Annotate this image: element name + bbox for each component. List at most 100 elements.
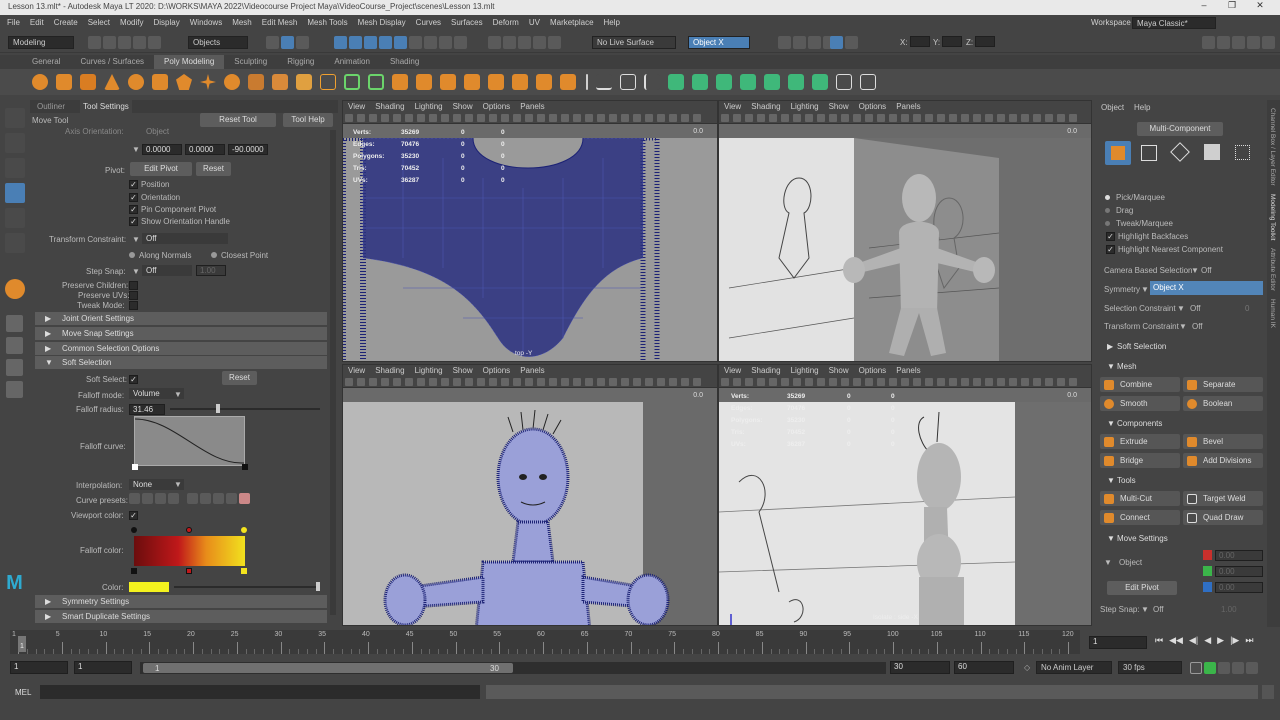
bridge-button[interactable]: Bridge — [1100, 453, 1180, 468]
preset-ramp-icon[interactable] — [226, 493, 237, 504]
viewport-tool-icon[interactable] — [681, 114, 689, 122]
viewport-tool-icon[interactable] — [721, 378, 729, 386]
x-axis-icon[interactable] — [1203, 550, 1212, 560]
along-normals-option[interactable]: Along Normals — [129, 251, 191, 260]
viewport-menu-view[interactable]: View — [724, 365, 741, 376]
viewport-tool-icon[interactable] — [997, 378, 1005, 386]
falloff-radius-field[interactable]: 31.46 — [129, 404, 165, 415]
viewport-tool-icon[interactable] — [937, 378, 945, 386]
preset-bell-icon[interactable] — [187, 493, 198, 504]
components-section[interactable]: ▼ Components — [1100, 417, 1262, 431]
insert-edge-loop-icon[interactable] — [620, 74, 636, 90]
append-polygon-icon[interactable] — [464, 74, 480, 90]
viewport-tool-icon[interactable] — [805, 114, 813, 122]
highlight-selection-icon[interactable] — [454, 36, 467, 49]
snap-to-grid-icon[interactable] — [488, 36, 501, 49]
y-axis-icon[interactable] — [1203, 566, 1212, 576]
viewport-tool-icon[interactable] — [937, 114, 945, 122]
close-icon[interactable]: ✕ — [1246, 0, 1274, 15]
viewport-tool-icon[interactable] — [985, 378, 993, 386]
persp-view-scene[interactable] — [719, 138, 1092, 362]
menu-edit-mesh[interactable]: Edit Mesh — [262, 15, 298, 31]
viewport-tool-icon[interactable] — [985, 114, 993, 122]
viewport-tool-icon[interactable] — [585, 114, 593, 122]
selection-constraint-value[interactable]: Off — [1190, 304, 1201, 313]
menu-marketplace[interactable]: Marketplace — [550, 15, 594, 31]
menu-mesh-tools[interactable]: Mesh Tools — [307, 15, 347, 31]
playback-prefs-icon[interactable] — [1246, 662, 1258, 674]
menu-curves[interactable]: Curves — [416, 15, 441, 31]
viewport-tool-icon[interactable] — [853, 114, 861, 122]
target-weld-button[interactable]: Target Weld — [1183, 491, 1263, 506]
redo-icon[interactable] — [148, 36, 161, 49]
viewport-menu-show[interactable]: Show — [453, 365, 473, 376]
viewport-value[interactable]: 0.0 — [693, 390, 703, 402]
transform-constraint-value[interactable]: Off — [1192, 322, 1203, 331]
viewport-tool-icon[interactable] — [949, 378, 957, 386]
poly-sphere-icon[interactable] — [32, 74, 48, 90]
joint-orient-section[interactable]: ▶ Joint Orient Settings — [35, 312, 327, 325]
select-by-hierarchy-icon[interactable] — [266, 36, 279, 49]
snap-to-curve-icon[interactable] — [503, 36, 516, 49]
viewport-menu-show[interactable]: Show — [453, 101, 473, 112]
mtk-edit-pivot-button[interactable]: Edit Pivot — [1107, 581, 1177, 595]
viewport-tool-icon[interactable] — [913, 114, 921, 122]
viewport-menu-shading[interactable]: Shading — [375, 101, 404, 112]
orientation-checkbox[interactable]: ✓ — [129, 193, 138, 203]
viewport-tool-icon[interactable] — [501, 114, 509, 122]
extract-icon[interactable] — [296, 74, 312, 90]
viewport-tool-icon[interactable] — [841, 114, 849, 122]
viewport-tool-icon[interactable] — [657, 114, 665, 122]
viewport-tool-icon[interactable] — [537, 114, 545, 122]
edit-pivot-button[interactable]: Edit Pivot — [130, 162, 192, 176]
viewport-tool-icon[interactable] — [973, 114, 981, 122]
menu-edit[interactable]: Edit — [30, 15, 44, 31]
color-key-2[interactable] — [186, 527, 192, 533]
playback-icon[interactable] — [830, 36, 843, 49]
tools-section[interactable]: ▼ Tools — [1100, 474, 1262, 488]
select-curve-icon[interactable] — [364, 36, 377, 49]
viewport-tool-icon[interactable] — [1033, 378, 1041, 386]
step-snap-select[interactable]: Off — [142, 265, 192, 276]
bevel-shelf-icon[interactable] — [392, 74, 408, 90]
viewport-tool-icon[interactable] — [453, 114, 461, 122]
viewport-tool-icon[interactable] — [865, 114, 873, 122]
viewport-tool-icon[interactable] — [609, 378, 617, 386]
start-time-field[interactable]: 1 — [10, 661, 68, 674]
viewport-tool-icon[interactable] — [997, 114, 1005, 122]
uv-spherical-icon[interactable] — [716, 74, 732, 90]
viewport-menu-view[interactable]: View — [724, 101, 741, 112]
viewport-tool-icon[interactable] — [561, 378, 569, 386]
falloff-radius-handle[interactable] — [216, 404, 220, 413]
shelf-tab-shading[interactable]: Shading — [380, 55, 429, 69]
menu-file[interactable]: File — [7, 15, 20, 31]
mtk-menu-help[interactable]: Help — [1134, 103, 1150, 112]
viewport-menu-shading[interactable]: Shading — [751, 365, 780, 376]
viewport-tool-icon[interactable] — [345, 378, 353, 386]
viewport-menu-shading[interactable]: Shading — [751, 101, 780, 112]
multi-cut-shelf-icon[interactable] — [596, 74, 612, 90]
fps-select[interactable]: 30 fps — [1118, 661, 1182, 674]
bridge-shelf-icon[interactable] — [416, 74, 432, 90]
viewport-tool-icon[interactable] — [1069, 378, 1077, 386]
symmetry-select[interactable]: Object X — [1150, 281, 1263, 295]
position-checkbox[interactable]: ✓ — [129, 180, 138, 190]
viewport-tool-icon[interactable] — [381, 114, 389, 122]
reset-tool-button[interactable]: Reset Tool — [200, 113, 276, 127]
select-surface-icon[interactable] — [379, 36, 392, 49]
viewport-tool-icon[interactable] — [757, 378, 765, 386]
new-scene-icon[interactable] — [88, 36, 101, 49]
viewport-tool-icon[interactable] — [393, 114, 401, 122]
viewport-tool-icon[interactable] — [441, 114, 449, 122]
symmetry-settings-section[interactable]: ▶ Symmetry Settings — [35, 595, 327, 608]
x-axis-value[interactable]: 0.00 — [1215, 550, 1263, 561]
step-forward-frame-icon[interactable]: |▶ — [1230, 635, 1239, 646]
paint-select-tool-icon[interactable] — [4, 158, 25, 178]
add-divisions-button[interactable]: Add Divisions — [1183, 453, 1263, 468]
playback-start-field[interactable]: 1 — [74, 661, 132, 674]
select-by-object-icon[interactable] — [281, 36, 294, 49]
channel-box-icon[interactable] — [1247, 36, 1260, 49]
preserve-children-checkbox[interactable] — [129, 281, 138, 290]
face-mode-icon[interactable] — [1204, 144, 1220, 160]
uv-editor-icon[interactable] — [764, 74, 780, 90]
